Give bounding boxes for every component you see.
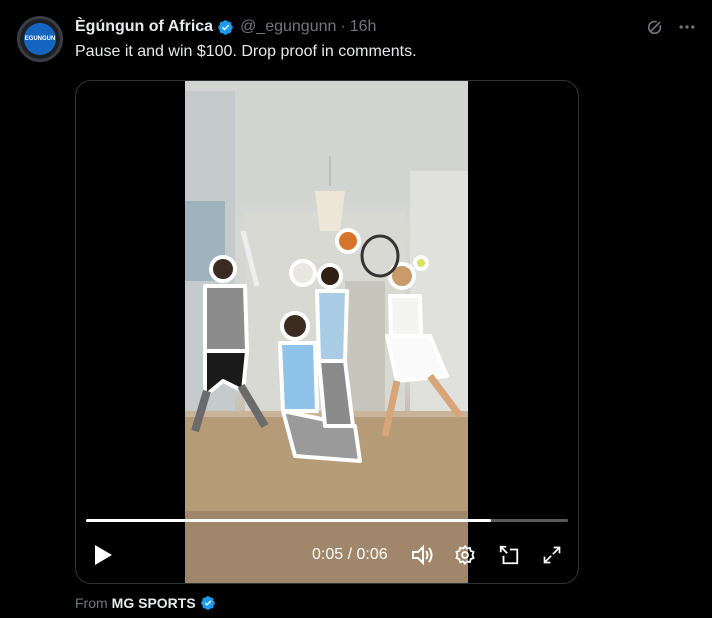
duration: 0:06 bbox=[356, 546, 388, 563]
source-name-link[interactable]: MG SPORTS bbox=[112, 595, 196, 611]
video-time-readout: 0:05 / 0:06 bbox=[312, 546, 388, 564]
separator-dot: · bbox=[340, 18, 346, 35]
timestamp[interactable]: 16h bbox=[350, 18, 377, 36]
video-player[interactable]: 0:05 / 0:06 bbox=[75, 80, 579, 584]
video-still-image bbox=[185, 81, 468, 583]
grok-icon[interactable] bbox=[642, 14, 668, 40]
tweet-card[interactable]: EGUNGUN Ègúngun of Africa @_egungunn · 1… bbox=[0, 0, 712, 618]
tweet-top-actions bbox=[636, 14, 700, 40]
avatar[interactable]: EGUNGUN bbox=[17, 16, 63, 62]
volume-icon[interactable] bbox=[409, 542, 435, 568]
more-icon[interactable] bbox=[674, 14, 700, 40]
settings-icon[interactable] bbox=[452, 542, 478, 568]
verified-badge-icon bbox=[200, 596, 215, 610]
verified-badge-icon[interactable] bbox=[217, 19, 234, 36]
time-separator: / bbox=[347, 546, 353, 563]
video-controls: 0:05 / 0:06 bbox=[76, 536, 578, 576]
source-attribution: From MG SPORTS bbox=[75, 595, 216, 611]
video-progress-bar[interactable] bbox=[86, 519, 568, 522]
tweet-text: Pause it and win $100. Drop proof in com… bbox=[75, 43, 417, 60]
video-progress-fill bbox=[86, 519, 491, 522]
pip-icon[interactable] bbox=[496, 542, 522, 568]
video-frame[interactable] bbox=[185, 81, 468, 583]
avatar-logo: EGUNGUN bbox=[24, 23, 56, 55]
author-handle[interactable]: @_egungunn bbox=[240, 18, 336, 36]
source-prefix: From bbox=[75, 595, 108, 611]
play-icon[interactable] bbox=[90, 542, 116, 568]
fullscreen-icon[interactable] bbox=[539, 542, 565, 568]
current-time: 0:05 bbox=[312, 546, 344, 563]
author-display-name[interactable]: Ègúngun of Africa bbox=[75, 18, 213, 36]
tweet-header: Ègúngun of Africa @_egungunn · 16h bbox=[75, 16, 376, 38]
